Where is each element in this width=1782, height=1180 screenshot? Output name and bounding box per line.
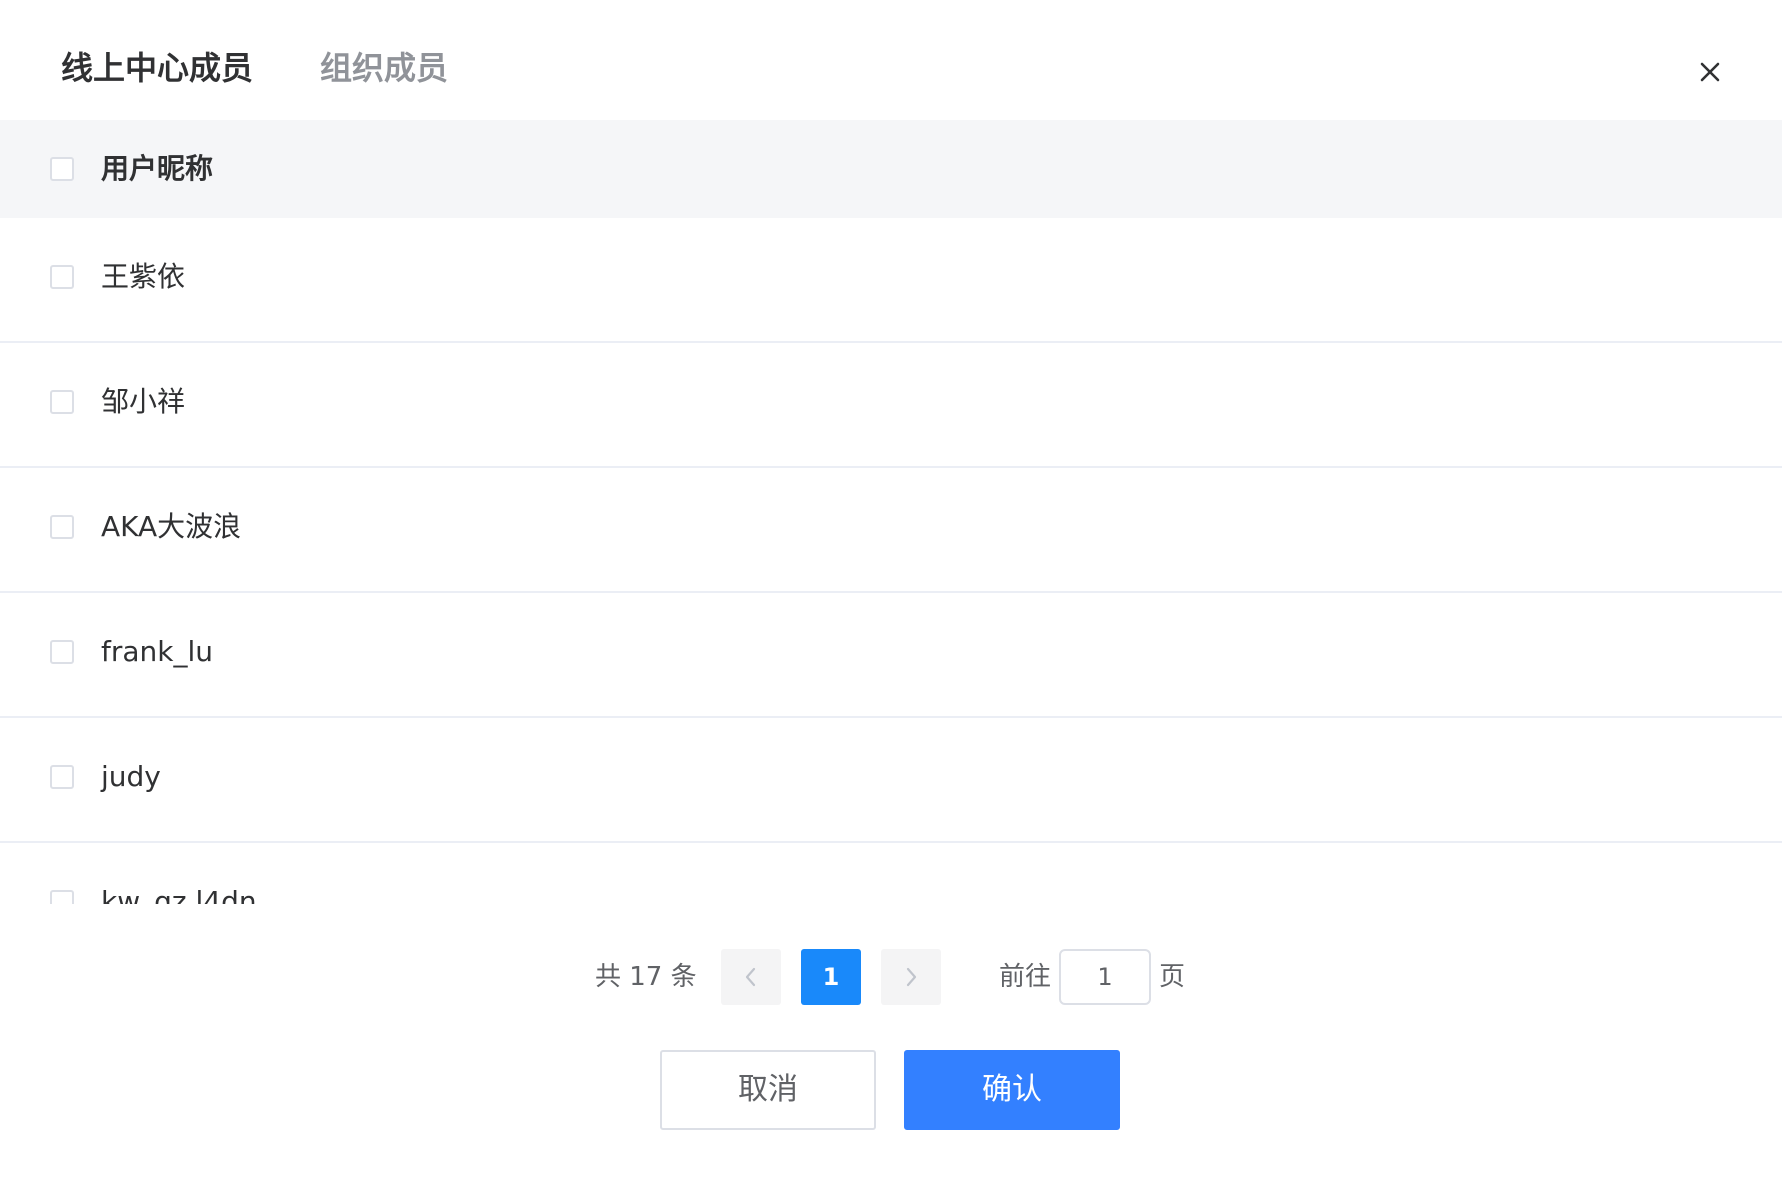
user-nickname: 邹小祥 <box>101 385 186 418</box>
pagination-total: 共 17 条 <box>595 962 697 992</box>
member-select-dialog: 线上中心成员 组织成员 用户昵称 王紫依 邹小祥 AKA大波浪 frank_lu… <box>0 0 1782 1180</box>
chevron-right-icon <box>906 967 917 987</box>
row-checkbox[interactable] <box>50 765 74 789</box>
table-header: 用户昵称 <box>0 120 1782 218</box>
member-table: 用户昵称 王紫依 邹小祥 AKA大波浪 frank_lu judy kw_qz … <box>0 120 1782 904</box>
goto-page-input[interactable] <box>1059 949 1151 1005</box>
user-nickname: kw_qz l4dn <box>101 885 257 904</box>
select-all-checkbox[interactable] <box>50 157 74 181</box>
page-suffix-label: 页 <box>1159 962 1186 992</box>
row-checkbox[interactable] <box>50 515 74 539</box>
next-page-button[interactable] <box>881 949 941 1005</box>
tab-organization-members[interactable]: 组织成员 <box>320 48 448 88</box>
cancel-button[interactable]: 取消 <box>660 1050 876 1130</box>
page-number-current[interactable]: 1 <box>801 949 861 1005</box>
column-header-nickname: 用户昵称 <box>101 152 214 185</box>
table-row[interactable]: 王紫依 <box>0 218 1782 343</box>
chevron-left-icon <box>745 967 756 987</box>
table-row[interactable]: kw_qz l4dn <box>0 843 1782 904</box>
user-nickname: 王紫依 <box>101 260 186 293</box>
tab-online-center-members[interactable]: 线上中心成员 <box>61 48 253 88</box>
user-nickname: judy <box>101 760 161 793</box>
row-checkbox[interactable] <box>50 390 74 414</box>
row-checkbox[interactable] <box>50 265 74 289</box>
user-nickname: frank_lu <box>101 635 214 668</box>
close-icon[interactable] <box>1692 54 1728 90</box>
row-checkbox[interactable] <box>50 890 74 904</box>
row-checkbox[interactable] <box>50 640 74 664</box>
table-row[interactable]: AKA大波浪 <box>0 468 1782 593</box>
user-nickname: AKA大波浪 <box>101 510 242 543</box>
table-row[interactable]: frank_lu <box>0 593 1782 718</box>
table-row[interactable]: judy <box>0 718 1782 843</box>
prev-page-button[interactable] <box>721 949 781 1005</box>
goto-label: 前往 <box>999 962 1052 992</box>
table-row[interactable]: 邹小祥 <box>0 343 1782 468</box>
pagination: 共 17 条 1 前往 页 <box>0 949 1782 1005</box>
dialog-header: 线上中心成员 组织成员 <box>0 0 1782 120</box>
confirm-button[interactable]: 确认 <box>904 1050 1120 1130</box>
